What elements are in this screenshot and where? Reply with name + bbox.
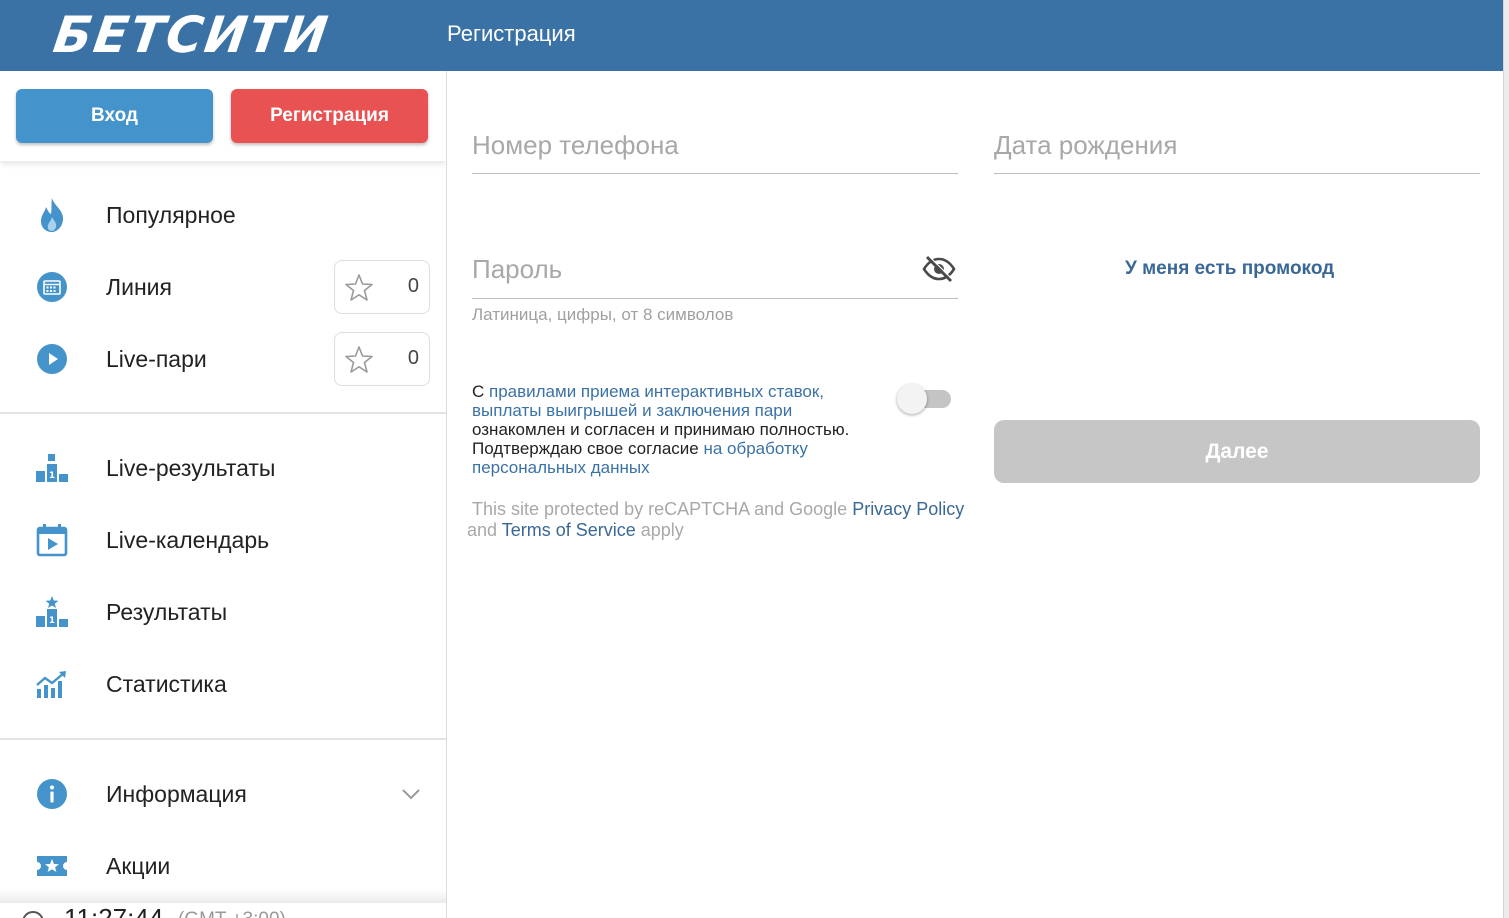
fire-icon: [35, 198, 69, 232]
recaptcha-and: and: [467, 520, 502, 540]
consent-text: С правилами приема интерактивных ставок,…: [472, 382, 872, 477]
sidebar-item-statistics[interactable]: Статистика: [0, 654, 446, 714]
sidebar-item-information[interactable]: Информация: [0, 764, 446, 824]
star-icon: [345, 274, 373, 301]
sidebar-item-label: Результаты: [106, 598, 228, 625]
login-button[interactable]: Вход: [16, 89, 213, 143]
clock-timezone: (GMT +3:00): [178, 909, 286, 918]
recaptcha-notice: This site protected by reCAPTCHA and Goo…: [467, 499, 972, 541]
svg-text:1: 1: [49, 616, 55, 626]
play-icon: [35, 342, 69, 376]
sidebar-item-label: Информация: [106, 780, 247, 807]
consent-toggle[interactable]: [897, 384, 953, 414]
register-button[interactable]: Регистрация: [231, 89, 428, 143]
terms-of-service-link[interactable]: Terms of Service: [502, 520, 636, 540]
divider: [0, 738, 446, 740]
sidebar-item-popular[interactable]: Популярное: [0, 185, 446, 245]
live-calendar-icon: [35, 523, 69, 557]
phone-field[interactable]: Номер телефона: [472, 126, 958, 174]
ticket-star-icon: [35, 849, 69, 883]
sidebar-item-live-calendar[interactable]: Live-календарь: [0, 510, 446, 570]
clock-icon: [22, 911, 44, 918]
sidebar-item-line[interactable]: Линия 0: [0, 257, 446, 317]
sidebar-item-label: Акции: [106, 852, 171, 879]
favorites-counter[interactable]: 0: [334, 332, 430, 386]
sidebar: Вход Регистрация Популярное Линия 0 Live…: [0, 71, 447, 918]
star-icon: [345, 346, 373, 373]
next-button[interactable]: Далее: [994, 420, 1480, 483]
sidebar-item-label: Популярное: [106, 201, 236, 228]
clock-row: 11:27:44 (GMT +3:00): [0, 901, 446, 918]
podium-icon: 1: [35, 451, 69, 485]
sidebar-item-live-bets[interactable]: Live-пари 0: [0, 329, 446, 389]
phone-placeholder: Номер телефона: [472, 130, 679, 160]
svg-text:1: 1: [49, 471, 55, 481]
favorites-count: 0: [407, 347, 419, 369]
page-title: Регистрация: [447, 21, 576, 46]
sidebar-item-label: Статистика: [106, 670, 227, 697]
password-placeholder: Пароль: [472, 254, 563, 284]
promo-code-link[interactable]: У меня есть промокод: [1125, 258, 1334, 280]
clock-time: 11:27:44: [64, 903, 164, 918]
podium-star-icon: 1: [35, 595, 69, 629]
birthdate-field[interactable]: Дата рождения: [994, 126, 1480, 174]
sidebar-item-results[interactable]: 1 Результаты: [0, 582, 446, 642]
password-hint: Латиница, цифры, от 8 символов: [472, 305, 734, 324]
calendar-icon: [35, 270, 69, 304]
consent-prefix: С: [472, 382, 489, 401]
sidebar-item-promotions[interactable]: Акции: [0, 836, 446, 896]
favorites-count: 0: [407, 275, 419, 297]
top-header: БЕТСИТИ Регистрация: [0, 0, 1504, 71]
info-icon: [35, 777, 69, 811]
divider: [0, 412, 446, 414]
birthdate-placeholder: Дата рождения: [994, 130, 1178, 160]
password-field[interactable]: Пароль: [472, 250, 958, 299]
favorites-counter[interactable]: 0: [334, 260, 430, 314]
eye-off-icon[interactable]: [922, 254, 956, 284]
toggle-knob: [897, 384, 927, 414]
sidebar-item-label: Live-пари: [106, 345, 207, 372]
sidebar-item-live-results[interactable]: 1 Live-результаты: [0, 438, 446, 498]
sidebar-item-label: Live-результаты: [106, 454, 276, 481]
sidebar-item-label: Live-календарь: [106, 526, 270, 553]
privacy-policy-link[interactable]: Privacy Policy: [852, 499, 964, 519]
chart-icon: [35, 667, 69, 701]
recaptcha-prefix: This site protected by reCAPTCHA and Goo…: [472, 499, 853, 519]
chevron-down-icon[interactable]: [400, 783, 422, 805]
scrollbar[interactable]: [1503, 0, 1509, 918]
sidebar-item-label: Линия: [106, 273, 172, 300]
rules-link[interactable]: правилами приема интерактивных ставок, в…: [472, 382, 824, 420]
betcity-logo[interactable]: БЕТСИТИ: [50, 6, 333, 64]
recaptcha-suffix: apply: [635, 520, 684, 540]
auth-bar: Вход Регистрация: [0, 71, 446, 161]
